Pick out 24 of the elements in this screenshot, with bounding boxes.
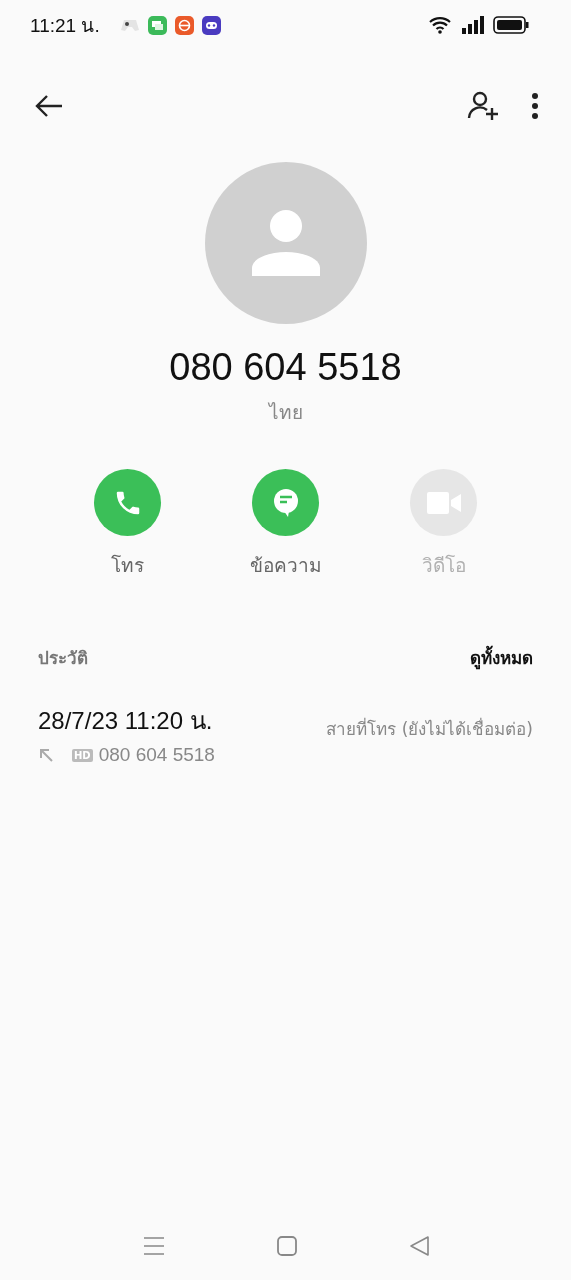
app-icon	[174, 15, 194, 35]
call-number: 080 604 5518	[98, 744, 215, 766]
back-button[interactable]	[34, 94, 64, 118]
more-options-button[interactable]	[531, 92, 539, 120]
outgoing-arrow-icon	[38, 747, 54, 763]
battery-icon	[493, 16, 529, 34]
chat-app-icon	[147, 15, 167, 35]
call-datetime: 28/7/23 11:20 น.	[38, 706, 214, 736]
call-status: สายที่โทร (ยังไม่ได้เชื่อมต่อ)	[326, 716, 533, 741]
hd-badge: HD	[72, 748, 93, 762]
status-time: 11:21 น.	[30, 14, 100, 38]
phone-number: 080 604 5518	[168, 346, 403, 389]
home-button[interactable]	[276, 1236, 297, 1256]
history-heading: ประวัติ	[38, 647, 88, 670]
signal-icon	[461, 16, 485, 34]
video-camera-icon	[426, 491, 461, 514]
gamepad-icon	[119, 17, 140, 33]
back-nav-button[interactable]	[408, 1236, 429, 1256]
avatar-icon	[204, 162, 367, 324]
see-all-link[interactable]: ดูทั้งหมด	[470, 644, 533, 671]
add-contact-button[interactable]	[467, 90, 501, 122]
wifi-icon	[429, 16, 453, 34]
game-app-icon	[201, 15, 221, 35]
country-label: ไทย	[267, 400, 304, 425]
